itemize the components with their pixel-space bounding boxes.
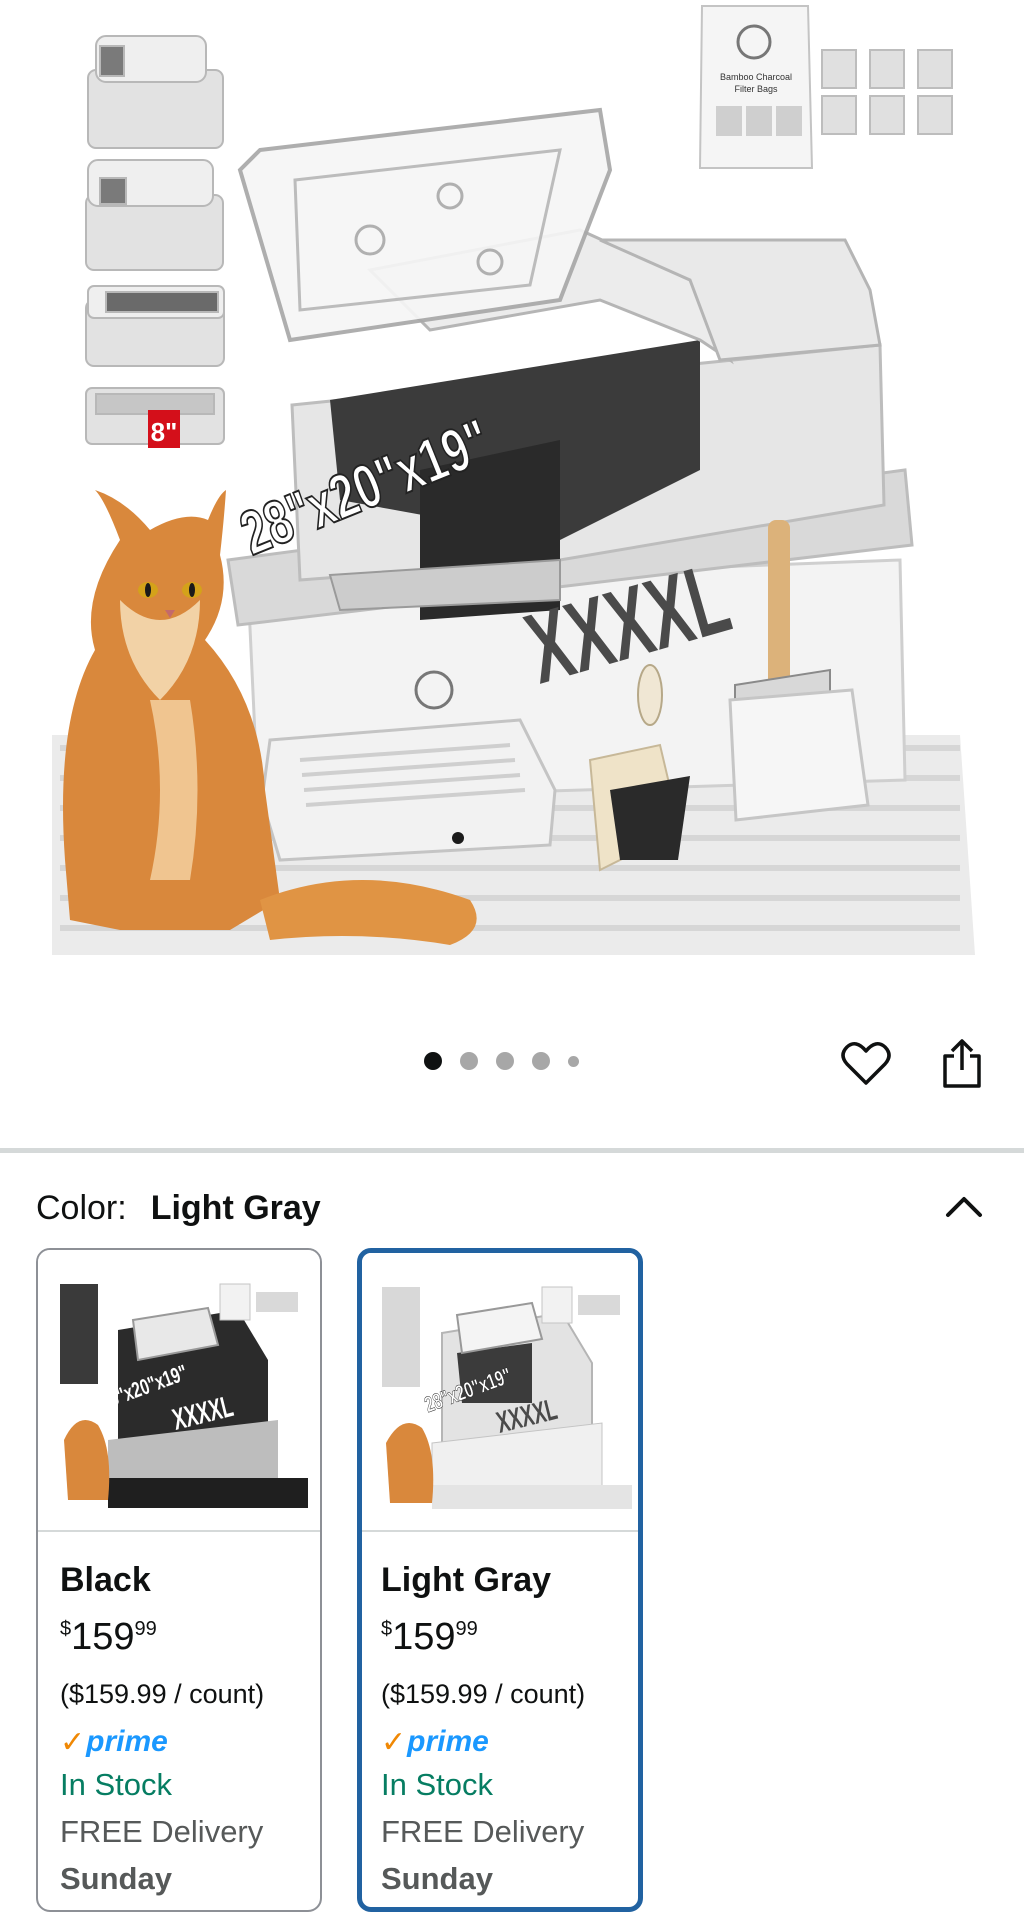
section-divider — [0, 1148, 1024, 1153]
stock-status: In Stock — [60, 1767, 172, 1802]
share-button[interactable] — [934, 1036, 990, 1092]
carousel-dot-5[interactable] — [568, 1055, 579, 1067]
prime-check-icon: ✓ — [381, 1725, 407, 1759]
color-option-name: Black — [60, 1561, 151, 1599]
stage-thumbnail-3 — [85, 285, 225, 367]
delivery-text: FREE Delivery — [381, 1814, 585, 1849]
stage-thumbnail-2 — [85, 159, 224, 271]
svg-text:8": 8" — [151, 417, 178, 447]
selected-color-value: Light Gray — [150, 1188, 321, 1227]
color-option-thumbnail: 28"x20"x19" XXXXL — [38, 1250, 320, 1532]
delivery-day: Sunday — [381, 1861, 493, 1896]
color-option-black[interactable]: 28"x20"x19" XXXXL Black $15999 ($159.99 … — [36, 1248, 322, 1912]
color-option-unit-price: ($159.99 / count) — [60, 1679, 265, 1709]
color-option-name: Light Gray — [381, 1561, 552, 1599]
favorite-button[interactable] — [838, 1036, 894, 1092]
carousel-dot-3[interactable] — [496, 1052, 514, 1070]
delivery-text: FREE Delivery — [60, 1814, 264, 1849]
prime-badge: ✓ prime — [381, 1725, 489, 1759]
filter-bag-image: Bamboo Charcoal Filter Bags — [698, 5, 814, 169]
product-main-image[interactable]: 8" Bamboo Charcoal Filter Bags 28"x20"x1… — [0, 0, 1024, 1000]
stage-thumbnail-1 — [87, 35, 224, 149]
color-option-light-gray[interactable]: 28"x20"x19" XXXXL Light Gray $15999 ($15… — [357, 1248, 643, 1912]
image-carousel-dots[interactable] — [424, 1052, 579, 1070]
svg-text:Bamboo Charcoal: Bamboo Charcoal — [720, 72, 792, 82]
prime-badge: ✓ prime — [60, 1725, 168, 1759]
stock-status: In Stock — [381, 1767, 493, 1802]
chevron-up-icon[interactable] — [942, 1187, 986, 1227]
heart-icon — [841, 1042, 891, 1085]
share-icon — [943, 1039, 981, 1088]
color-option-price: $15999 — [60, 1616, 157, 1658]
carousel-dot-1[interactable] — [424, 1052, 442, 1070]
color-option-price: $15999 — [381, 1616, 478, 1658]
color-label: Color: — [36, 1188, 127, 1227]
svg-text:Filter Bags: Filter Bags — [734, 84, 778, 94]
step-pad-image — [260, 718, 557, 862]
prime-check-icon: ✓ — [60, 1725, 86, 1759]
color-option-unit-price: ($159.99 / count) — [381, 1679, 586, 1709]
filter-packets — [821, 49, 953, 135]
carousel-dot-4[interactable] — [532, 1052, 550, 1070]
carousel-dot-2[interactable] — [460, 1052, 478, 1070]
delivery-day: Sunday — [60, 1861, 172, 1896]
color-option-thumbnail: 28"x20"x19" XXXXL — [362, 1253, 638, 1532]
color-selector-header: Color: Light Gray — [36, 1183, 986, 1233]
